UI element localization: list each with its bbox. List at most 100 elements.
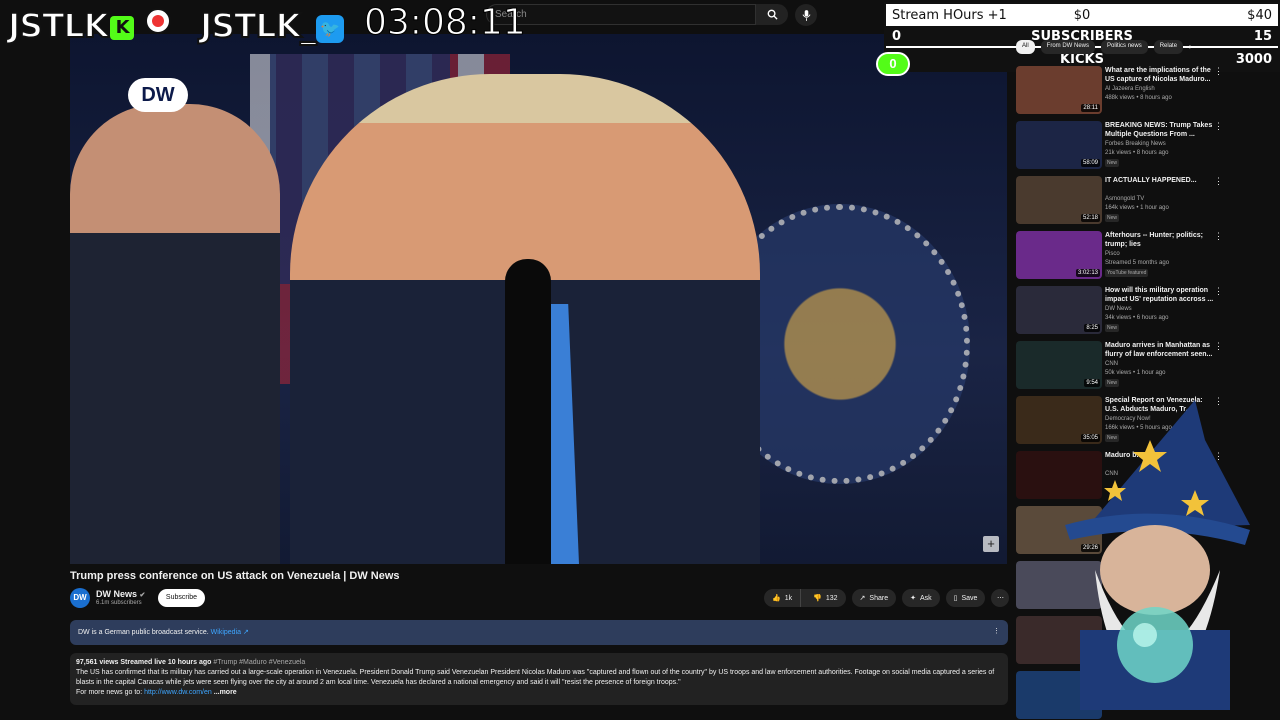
recommendation-title[interactable]: What are the implications of the US capt… <box>1105 66 1215 84</box>
recommendation-item[interactable]: 52:18 IT ACTUALLY HAPPENED... Asmongold … <box>1016 176 1276 226</box>
save-label: Save <box>961 594 978 602</box>
channel-avatar[interactable]: DW <box>70 588 90 608</box>
more-actions-button[interactable]: ⋯ <box>991 589 1010 607</box>
filter-chips: All From DW News Politics news Relate › <box>1016 40 1192 54</box>
info-text: DW is a German public broadcast service. <box>78 629 209 636</box>
video-duration: 58:09 <box>1080 159 1100 167</box>
recommendation-title[interactable]: IT ACTUALLY HAPPENED... <box>1105 176 1215 185</box>
channel-subscribers: 6.1m subscribers <box>96 600 142 606</box>
record-icon <box>144 8 171 34</box>
voice-search-button[interactable] <box>795 4 817 26</box>
recommendation-badge: New <box>1105 324 1120 332</box>
video-player[interactable]: DW + <box>70 34 1007 564</box>
stream-timer: 03:08:11 <box>364 2 527 44</box>
more-horizontal-icon: ⋯ <box>996 595 1004 602</box>
video-description[interactable]: 97,561 views Streamed live 10 hours ago … <box>70 653 1008 705</box>
video-thumbnail[interactable]: 58:09 <box>1016 121 1102 169</box>
description-more-line: For more news go to: http://www.dw.com/e… <box>76 688 1002 698</box>
dislike-button[interactable]: 👎 132 <box>805 594 845 603</box>
video-duration: 8:25 <box>1084 324 1100 332</box>
recommendation-item[interactable]: 8:25 How will this military operation im… <box>1016 286 1276 336</box>
info-more-icon[interactable]: ⋮ <box>993 627 1000 635</box>
recommendation-item[interactable]: 9:54 Maduro arrives in Manhattan as flur… <box>1016 341 1276 391</box>
description-stats: 97,561 views Streamed live 10 hours ago <box>76 659 212 666</box>
video-thumbnail[interactable]: 8:25 <box>1016 286 1102 334</box>
recommendation-channel[interactable]: CNN <box>1105 361 1118 367</box>
video-thumbnail[interactable]: 28:11 <box>1016 66 1102 114</box>
more-vertical-icon[interactable]: ⋮ <box>1214 176 1223 187</box>
share-button[interactable]: ↗ Share <box>851 589 897 607</box>
recommendation-channel[interactable]: Al Jazeera English <box>1105 86 1155 92</box>
channel-name[interactable]: DW News ✔ <box>96 589 145 599</box>
like-count: 1k <box>784 594 793 602</box>
stream-hours-row: Stream HOurs +1 $0 $40 <box>886 4 1278 26</box>
wizard-mascot <box>1065 400 1250 710</box>
search-icon <box>767 9 778 20</box>
recommendation-meta: 488k views • 8 hours ago <box>1105 95 1172 101</box>
chip-all[interactable]: All <box>1016 40 1035 54</box>
dislike-count: 132 <box>825 594 838 602</box>
video-duration: 3:02:13 <box>1075 269 1100 277</box>
add-icon[interactable]: + <box>983 536 999 552</box>
video-actions: 👍 1k 👎 132 ↗ Share ✦ Ask ▯ Save ⋯ <box>764 589 1010 607</box>
twitter-icon: 🐦 <box>315 15 344 43</box>
share-label: Share <box>869 594 889 602</box>
save-button[interactable]: ▯ Save <box>945 589 986 607</box>
logo-twitter-text: JSTLK_ <box>199 5 318 46</box>
ask-label: Ask <box>919 594 932 602</box>
recommendation-item[interactable]: 3:02:13 Afterhours -- Hunter; politics; … <box>1016 231 1276 281</box>
dw-link[interactable]: http://www.dw.com/en <box>144 689 212 696</box>
jstlk-kick-logo: JSTLK K <box>7 5 171 46</box>
more-vertical-icon[interactable]: ⋮ <box>1214 341 1223 352</box>
mic-icon <box>802 9 810 21</box>
recommendation-meta: Streamed 5 months ago <box>1105 260 1170 266</box>
share-icon: ↗ <box>859 595 866 602</box>
more-vertical-icon[interactable]: ⋮ <box>1214 66 1223 77</box>
description-body: The US has confirmed that its military h… <box>76 669 995 686</box>
subscribe-button[interactable]: Subscribe <box>158 589 205 607</box>
info-panel: DW is a German public broadcast service.… <box>70 620 1008 645</box>
like-button[interactable]: 👍 1k <box>764 589 802 607</box>
person-left-graphic <box>70 104 280 564</box>
thumbs-up-icon: 👍 <box>772 595 781 602</box>
recommendation-channel[interactable]: Asmongold TV <box>1105 196 1144 202</box>
recommendation-channel[interactable]: Pisco <box>1105 251 1120 257</box>
video-thumbnail[interactable]: 9:54 <box>1016 341 1102 389</box>
recommendation-meta: 34k views • 6 hours ago <box>1105 315 1169 321</box>
recommendation-item[interactable]: 58:09 BREAKING NEWS: Trump Takes Multipl… <box>1016 121 1276 171</box>
recommendation-channel[interactable]: DW News <box>1105 306 1132 312</box>
recommendation-channel[interactable]: Forbes Breaking News <box>1105 141 1166 147</box>
chip-politics-news[interactable]: Politics news <box>1101 40 1148 54</box>
sparkle-icon: ✦ <box>910 595 916 602</box>
recommendation-title[interactable]: BREAKING NEWS: Trump Takes Multiple Ques… <box>1105 121 1215 139</box>
show-more-button[interactable]: ...more <box>214 689 237 696</box>
chip-from-dw-news[interactable]: From DW News <box>1040 40 1096 54</box>
video-thumbnail[interactable]: 3:02:13 <box>1016 231 1102 279</box>
recommendation-badge: YouTube featured <box>1105 269 1149 277</box>
more-vertical-icon[interactable]: ⋮ <box>1214 286 1223 297</box>
stream-hours-mid: $0 <box>1073 7 1091 23</box>
ask-button[interactable]: ✦ Ask <box>902 589 940 607</box>
search-button[interactable] <box>756 4 788 25</box>
chevron-right-icon[interactable]: › <box>1189 40 1192 54</box>
recommendation-item[interactable]: 28:11 What are the implications of the U… <box>1016 66 1276 116</box>
recommendation-meta: 21k views • 8 hours ago <box>1105 150 1169 156</box>
chip-related[interactable]: Relate <box>1153 40 1184 54</box>
video-duration: 28:11 <box>1081 104 1100 112</box>
recommendation-title[interactable]: How will this military operation impact … <box>1105 286 1215 304</box>
recommendation-badge: New <box>1105 214 1120 222</box>
recommendation-meta: 164k views • 1 hour ago <box>1105 205 1169 211</box>
video-thumbnail[interactable]: 52:18 <box>1016 176 1102 224</box>
wikipedia-link[interactable]: Wikipedia ↗ <box>211 629 249 636</box>
search-input[interactable]: Search <box>486 4 756 25</box>
more-vertical-icon[interactable]: ⋮ <box>1214 231 1223 242</box>
video-duration: 9:54 <box>1084 379 1100 387</box>
channel-name-text[interactable]: DW News <box>96 589 137 599</box>
more-vertical-icon[interactable]: ⋮ <box>1214 121 1223 132</box>
recommendation-title[interactable]: Afterhours -- Hunter; politics; trump; l… <box>1105 231 1215 249</box>
recommendation-badge: New <box>1105 159 1120 167</box>
microphone-graphic <box>505 259 551 564</box>
kick-icon: K <box>110 16 135 40</box>
like-dislike-group: 👍 1k 👎 132 <box>764 589 846 607</box>
recommendation-title[interactable]: Maduro arrives in Manhattan as flurry of… <box>1105 341 1215 359</box>
